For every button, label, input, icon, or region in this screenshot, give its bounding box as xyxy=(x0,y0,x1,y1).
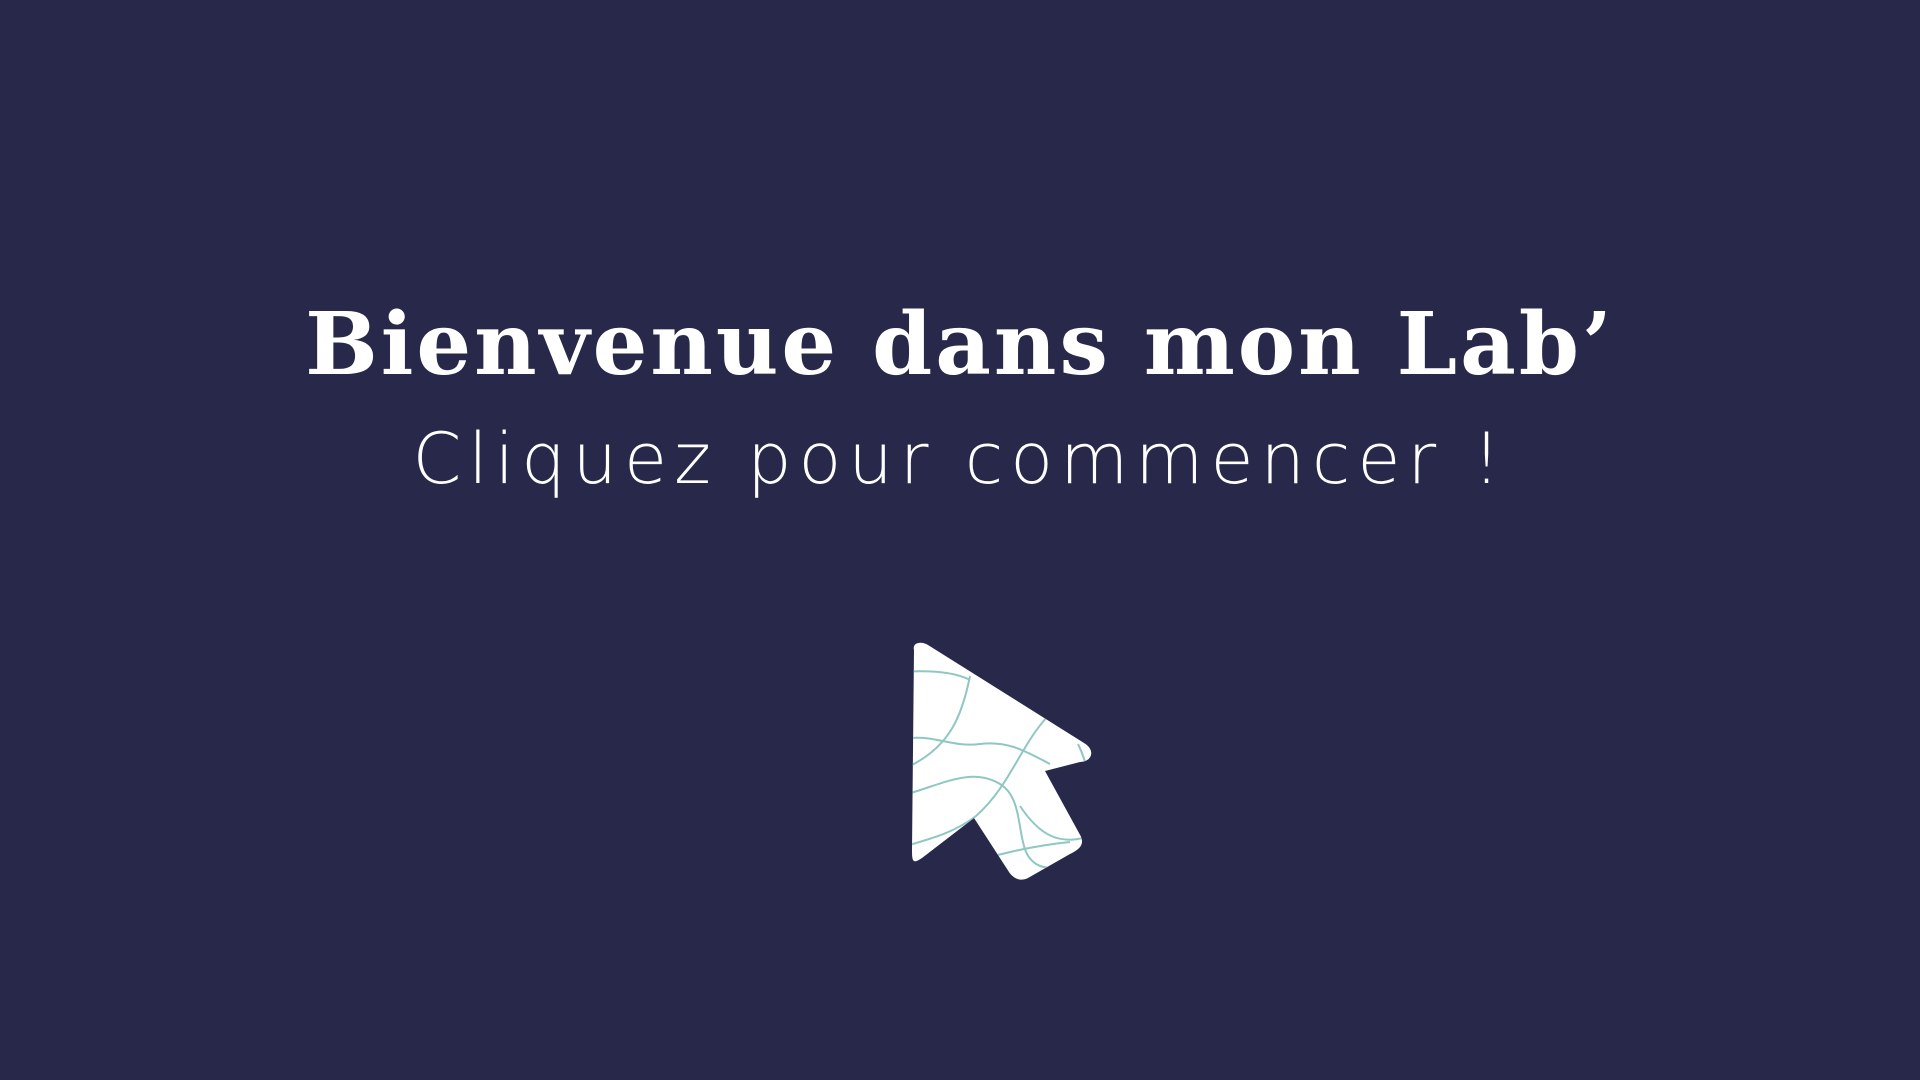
start-prompt: Cliquez pour commencer ! xyxy=(412,418,1508,500)
welcome-title: Bienvenue dans mon Lab’ xyxy=(305,294,1615,395)
mouse-pointer-icon[interactable] xyxy=(900,636,1120,896)
welcome-screen[interactable]: Bienvenue dans mon Lab’ Cliquez pour com… xyxy=(0,0,1920,1080)
